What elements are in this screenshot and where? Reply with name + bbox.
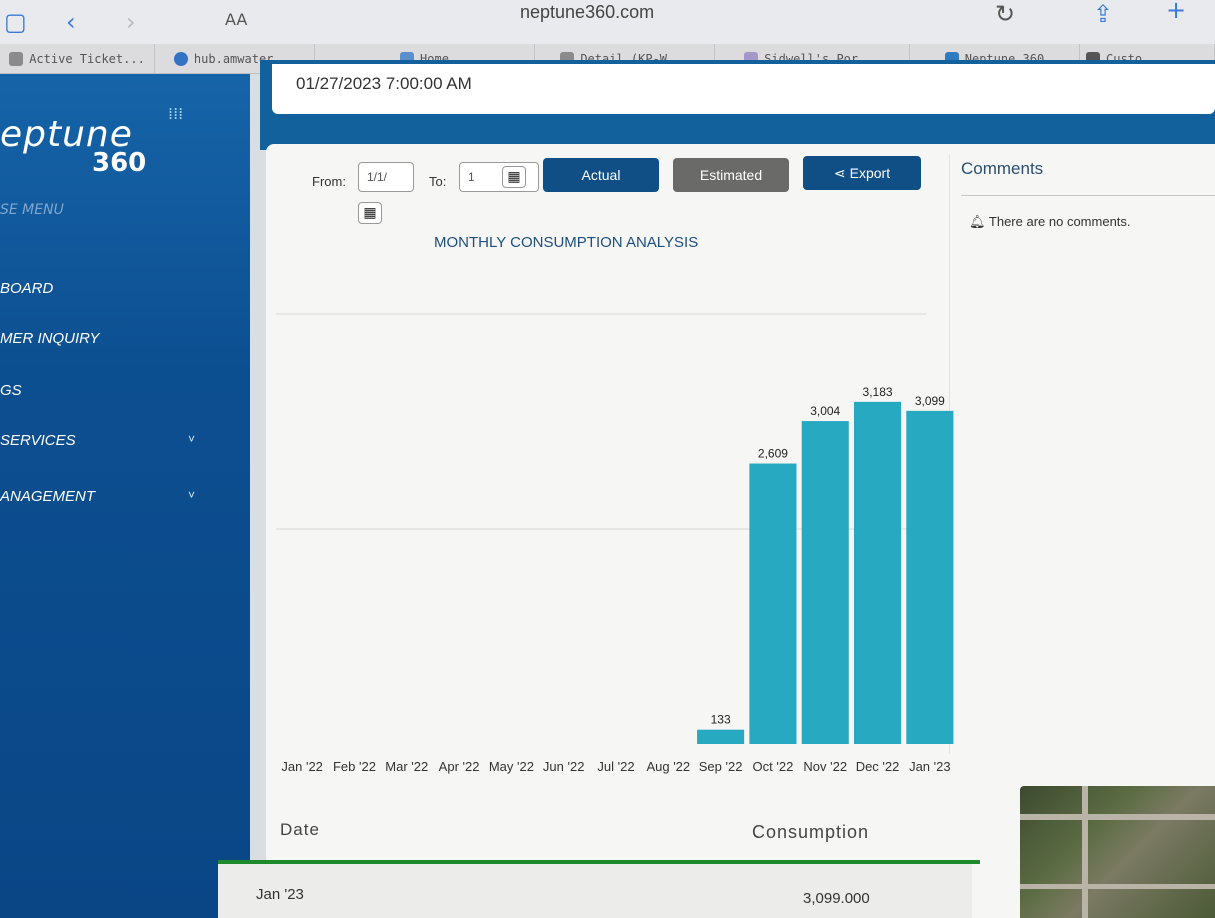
chart-x-tick-label: Nov '22 xyxy=(803,759,847,774)
forward-arrow-icon[interactable]: › xyxy=(126,8,136,36)
sidebar-item-logs[interactable]: GS xyxy=(0,382,195,399)
sidebar-item-management[interactable]: ANAGEMENT ˅ xyxy=(0,488,195,505)
satellite-map-thumbnail[interactable] xyxy=(1020,786,1215,918)
sidebar-item-label: SERVICES xyxy=(0,432,76,449)
chart-x-tick-label: Jun '22 xyxy=(543,759,585,774)
map-road xyxy=(1082,786,1088,918)
chart-data-label: 2,609 xyxy=(758,447,788,461)
sidebar-item-customer-inquiry[interactable]: MER INQUIRY xyxy=(0,330,195,347)
chart-x-tick-label: Dec '22 xyxy=(856,759,900,774)
no-comments-message: 🔔︎ There are no comments. xyxy=(969,214,1131,230)
table-row[interactable]: Jan '23 3,099.000 xyxy=(218,864,972,918)
row-date: Jan '23 xyxy=(256,886,304,903)
sidebar-item-dashboard[interactable]: BOARD xyxy=(0,280,195,297)
sidebar-item-label: ANAGEMENT xyxy=(0,488,96,505)
chart-x-tick-label: Aug '22 xyxy=(646,759,690,774)
text-size-button[interactable]: AA xyxy=(225,10,247,29)
chart-bar[interactable] xyxy=(854,401,902,744)
chart-data-label: 3,183 xyxy=(863,385,893,399)
chart-x-tick-label: Sep '22 xyxy=(699,759,743,774)
date-column-header[interactable]: Date xyxy=(280,820,320,840)
share-icon[interactable]: ⇪ xyxy=(1093,0,1113,28)
row-consumption: 3,099.000 xyxy=(803,890,870,907)
tab-active-ticket[interactable]: Active Ticket... xyxy=(0,44,155,74)
chart-x-tick-label: Apr '22 xyxy=(439,759,480,774)
chart-bar[interactable] xyxy=(801,421,849,744)
chart-x-tick-label: Jul '22 xyxy=(597,759,634,774)
consumption-chart: 133 2,609 3,004 3,183 3,099 Jan '22 Feb '22 Ma… xyxy=(276,313,954,774)
browser-address-bar: ▢ ‹ › AA neptune360.com ↻ ⇪ + xyxy=(0,0,1215,44)
reading-date: 01/27/2023 7:00:00 AM xyxy=(296,74,472,93)
tab-favicon xyxy=(9,52,24,66)
chart-x-tick-label: Feb '22 xyxy=(333,759,376,774)
neptune360-logo: eptune 360 ⁞⁞⁞ xyxy=(0,104,183,178)
chart-bars xyxy=(697,401,954,744)
map-road xyxy=(1020,884,1215,889)
sidebar-toggle-icon[interactable]: ▢ xyxy=(4,8,27,36)
sidebar: eptune 360 ⁞⁞⁞ SE MENU BOARD MER INQUIRY… xyxy=(0,74,250,918)
tab-label: Active Ticket... xyxy=(29,52,145,66)
chart-bar[interactable] xyxy=(749,463,797,744)
bell-icon: 🔔︎ xyxy=(969,214,986,229)
chart-x-tick-label: May '22 xyxy=(489,759,534,774)
logo-signal-icon: ⁞⁞⁞ xyxy=(168,104,184,123)
comments-title: Comments xyxy=(961,159,1044,178)
chart-x-axis-labels: Jan '22 Feb '22 Mar '22 Apr '22 May '22 Jun '… xyxy=(281,759,950,774)
sidebar-item-label: GS xyxy=(0,382,22,399)
tab-favicon xyxy=(173,52,188,66)
comments-divider xyxy=(961,195,1215,196)
map-road xyxy=(1020,814,1215,820)
chart-bar[interactable] xyxy=(697,729,745,744)
logo-text-bottom: 360 xyxy=(92,148,147,178)
comments-panel: Comments 🔔︎ There are no comments. xyxy=(961,159,1215,229)
url-field[interactable]: neptune360.com xyxy=(520,2,654,23)
reload-icon[interactable]: ↻ xyxy=(995,0,1015,28)
new-tab-icon[interactable]: + xyxy=(1166,0,1186,24)
chart-x-tick-label: Mar '22 xyxy=(385,759,428,774)
chart-bar[interactable] xyxy=(906,410,954,744)
no-comments-text: There are no comments. xyxy=(988,214,1131,229)
sidebar-item-label: BOARD xyxy=(0,280,54,297)
chart-data-label: 133 xyxy=(711,713,731,727)
chart-data-label: 3,004 xyxy=(810,404,840,418)
chevron-down-icon: ˅ xyxy=(187,488,195,502)
chevron-down-icon: ˅ xyxy=(187,432,195,446)
chart-data-label: 3,099 xyxy=(915,394,945,408)
close-menu-button[interactable]: SE MENU xyxy=(0,202,64,218)
sidebar-item-label: MER INQUIRY xyxy=(0,330,100,347)
chart-x-tick-label: Oct '22 xyxy=(753,759,794,774)
sidebar-item-services[interactable]: SERVICES ˅ xyxy=(0,432,195,449)
chart-x-tick-label: Jan '23 xyxy=(909,759,951,774)
summary-card: 01/27/2023 7:00:00 AM xyxy=(272,64,1215,114)
back-arrow-icon[interactable]: ‹ xyxy=(66,8,76,36)
consumption-column-header[interactable]: Consumption xyxy=(752,822,869,843)
consumption-table-header: Date Consumption xyxy=(266,814,978,862)
chart-x-tick-label: Jan '22 xyxy=(281,759,323,774)
